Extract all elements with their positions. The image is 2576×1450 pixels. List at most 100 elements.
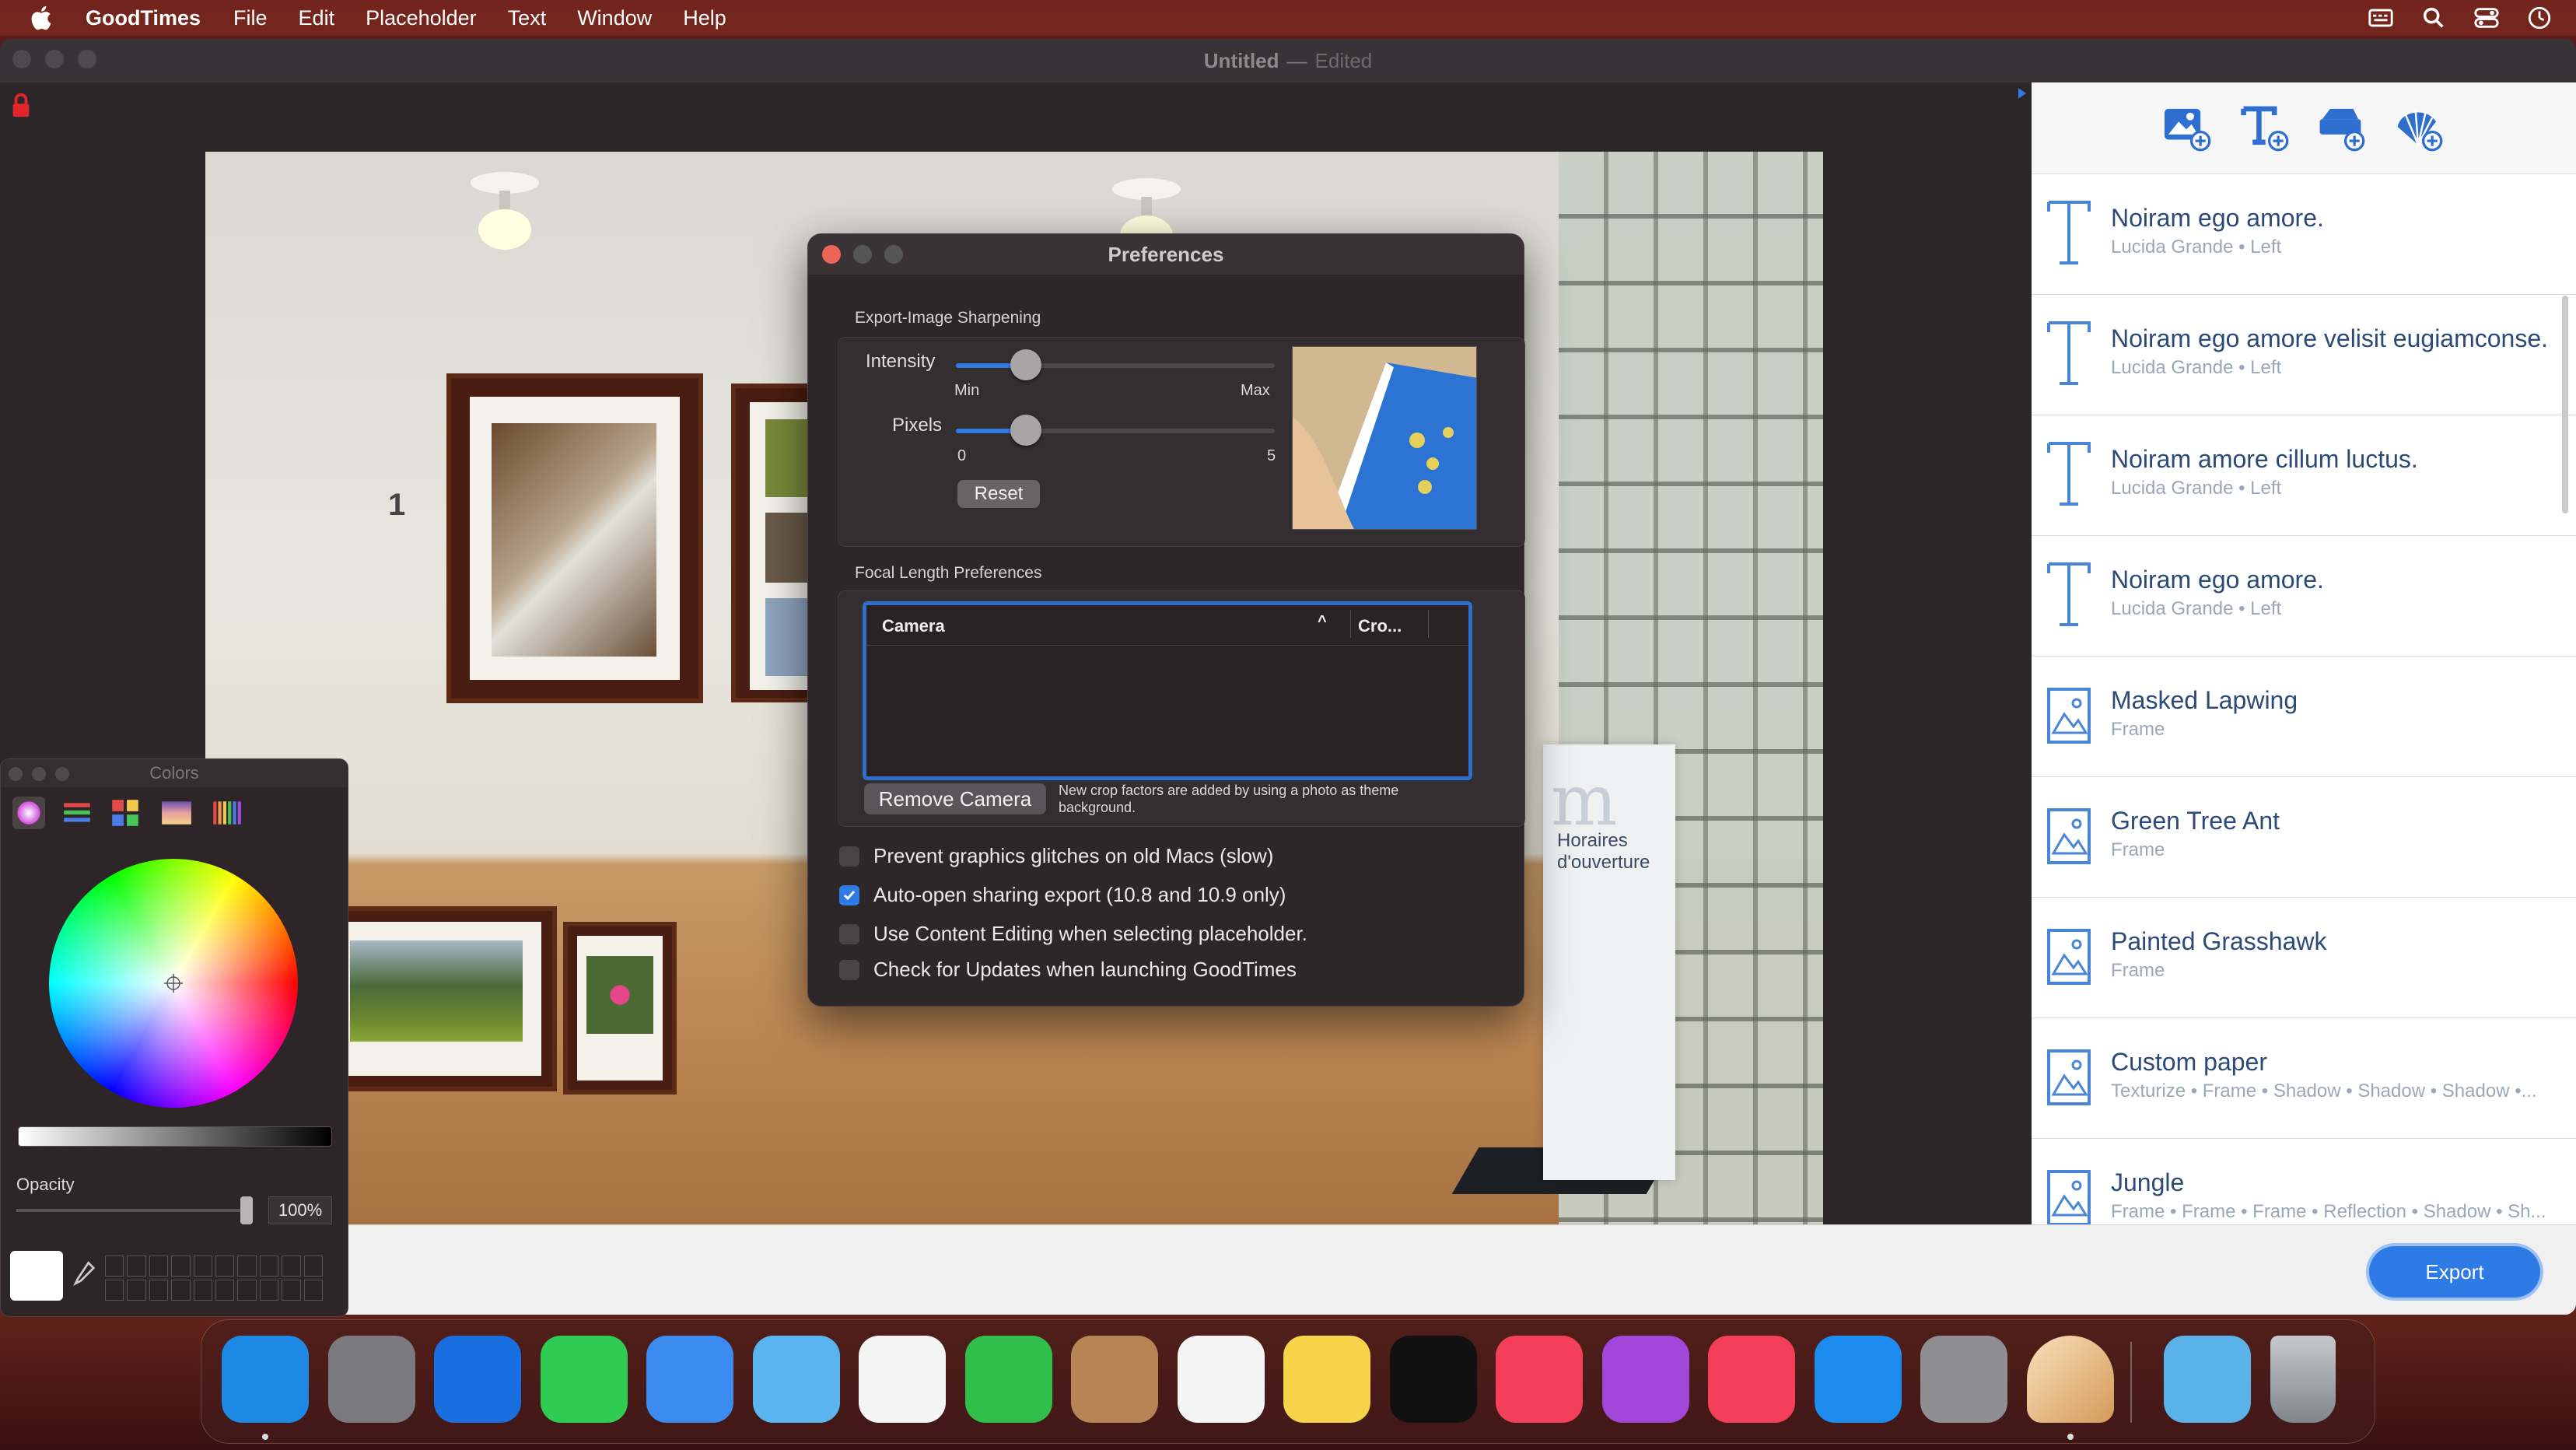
checkbox-box[interactable]	[839, 884, 859, 905]
dock-finder-icon[interactable]	[222, 1336, 309, 1423]
colors-zoom-button[interactable]	[55, 767, 69, 781]
image-layer-icon	[2047, 808, 2091, 864]
keyboard-icon[interactable]	[2368, 5, 2394, 31]
dock-notes-icon[interactable]	[1283, 1336, 1370, 1423]
preferences-zoom-button[interactable]	[884, 245, 903, 264]
picture-frame-birds[interactable]	[731, 384, 817, 702]
dock-safari-icon[interactable]	[434, 1336, 521, 1423]
checkbox-prevent-glitches[interactable]: Prevent graphics glitches on old Macs (s…	[839, 844, 1273, 868]
export-button[interactable]: Export	[2369, 1246, 2540, 1298]
pixels-slider-knob[interactable]	[1010, 415, 1042, 446]
dock-downloads-icon[interactable]	[2164, 1336, 2251, 1423]
layer-row[interactable]: Noiram ego amore velisit eugiamconse. Luc…	[2032, 295, 2576, 415]
sort-ascending-icon[interactable]: ^	[1318, 613, 1327, 631]
dock-podcasts-icon[interactable]	[1601, 1336, 1689, 1423]
layer-details: Frame • Frame • Frame • Reflection • Sha…	[2111, 1201, 2546, 1222]
preferences-minimize-button[interactable]	[853, 245, 872, 264]
layer-row[interactable]: Custom paper Texturize • Frame • Shadow •…	[2032, 1018, 2576, 1139]
control-center-icon[interactable]	[2473, 5, 2500, 31]
crayons-tab-icon[interactable]	[209, 797, 243, 829]
add-stack-icon[interactable]	[2315, 101, 2366, 152]
dock-music-icon[interactable]	[1496, 1336, 1583, 1423]
menu-text[interactable]: Text	[508, 6, 547, 30]
eyedropper-icon[interactable]	[69, 1260, 97, 1291]
dock-messages-icon[interactable]	[540, 1336, 628, 1423]
preferences-close-button[interactable]	[822, 245, 841, 264]
checkbox-auto-open-sharing[interactable]: Auto-open sharing export (10.8 and 10.9 …	[839, 883, 1286, 907]
layer-row[interactable]: Masked Lapwing Frame	[2032, 657, 2576, 777]
color-wheel-tab-icon[interactable]	[12, 797, 46, 829]
menu-edit[interactable]: Edit	[299, 6, 335, 30]
checkbox-check-updates[interactable]: Check for Updates when launching GoodTim…	[839, 958, 1297, 982]
current-color-well[interactable]	[10, 1251, 63, 1301]
picture-frame-moth[interactable]	[446, 373, 703, 703]
menu-window[interactable]: Window	[577, 6, 652, 30]
add-shell-icon[interactable]	[2392, 101, 2444, 152]
dock-photos-icon[interactable]	[859, 1336, 946, 1423]
checkbox-label: Use Content Editing when selecting place…	[873, 922, 1307, 945]
dock-goodtimes-icon[interactable]	[2026, 1336, 2114, 1423]
checkbox-box[interactable]	[839, 959, 859, 980]
dock-system-preferences-icon[interactable]	[1920, 1336, 2007, 1423]
minimize-button[interactable]	[45, 50, 64, 68]
dock-app-store-icon[interactable]	[1814, 1336, 1902, 1423]
remove-camera-button[interactable]: Remove Camera	[864, 783, 1046, 814]
layer-list[interactable]: Noiram ego amore. Lucida Grande • Left Noi…	[2032, 174, 2576, 1224]
brightness-slider[interactable]	[18, 1126, 332, 1147]
opacity-slider-knob[interactable]	[240, 1196, 253, 1224]
color-wheel[interactable]	[49, 859, 298, 1108]
dock-mail-icon[interactable]	[646, 1336, 733, 1423]
opacity-value-field[interactable]: 100%	[268, 1196, 332, 1224]
close-button[interactable]	[12, 50, 31, 68]
add-text-icon[interactable]	[2238, 101, 2290, 152]
layer-row[interactable]: Green Tree Ant Frame	[2032, 777, 2576, 898]
colors-close-button[interactable]	[9, 767, 23, 781]
color-palettes-tab-icon[interactable]	[108, 797, 142, 829]
checkbox-box[interactable]	[839, 923, 859, 944]
checkbox-box[interactable]	[839, 846, 859, 867]
camera-table[interactable]: Camera ^ Cro...	[863, 601, 1472, 780]
dock-tv-icon[interactable]	[1389, 1336, 1477, 1423]
sidebar-toggle-icon[interactable]	[2014, 86, 2030, 101]
color-sliders-tab-icon[interactable]	[60, 797, 94, 829]
layer-row[interactable]: Noiram ego amore. Lucida Grande • Left	[2032, 536, 2576, 657]
dock-reminders-icon[interactable]	[1177, 1336, 1265, 1423]
add-image-icon[interactable]	[2161, 101, 2212, 152]
opening-hours-banner: m Horaires d'ouverture	[1543, 744, 1675, 1180]
intensity-slider-knob[interactable]	[1010, 349, 1042, 380]
crop-column-header[interactable]: Cro...	[1358, 616, 1402, 636]
color-swatches[interactable]	[105, 1256, 323, 1301]
dock-news-icon[interactable]	[1708, 1336, 1795, 1423]
menu-placeholder[interactable]: Placeholder	[366, 6, 477, 30]
clock-icon[interactable]	[2526, 5, 2553, 31]
apple-icon[interactable]	[26, 2, 58, 33]
lock-icon[interactable]	[11, 93, 31, 118]
layer-row[interactable]: Noiram amore cillum luctus. Lucida Grande…	[2032, 415, 2576, 536]
dock-running-indicator	[262, 1434, 268, 1440]
layer-row[interactable]: Painted Grasshawk Frame	[2032, 898, 2576, 1018]
dock-maps-icon[interactable]	[752, 1336, 840, 1423]
menu-file[interactable]: File	[233, 6, 268, 30]
layer-row[interactable]: Jungle Frame • Frame • Frame • Reflection…	[2032, 1139, 2576, 1224]
image-palettes-tab-icon[interactable]	[159, 797, 194, 829]
colors-minimize-button[interactable]	[32, 767, 46, 781]
picture-frame-flower[interactable]	[563, 922, 677, 1095]
layer-row[interactable]: Noiram ego amore. Lucida Grande • Left	[2032, 174, 2576, 295]
dock-trash-icon[interactable]	[2270, 1336, 2336, 1423]
reset-button[interactable]: Reset	[957, 480, 1040, 508]
menu-help[interactable]: Help	[683, 6, 726, 30]
checkbox-content-editing[interactable]: Use Content Editing when selecting place…	[839, 922, 1307, 946]
camera-column-header[interactable]: Camera	[882, 616, 945, 636]
menu-app-name[interactable]: GoodTimes	[86, 6, 201, 30]
dock-facetime-icon[interactable]	[964, 1336, 1052, 1423]
zoom-button[interactable]	[78, 50, 96, 68]
layer-list-scrollbar[interactable]	[2562, 296, 2568, 513]
picture-frame-landscape[interactable]	[314, 906, 557, 1091]
dock-launchpad-icon[interactable]	[327, 1336, 415, 1423]
crosshair-icon[interactable]	[164, 974, 183, 993]
search-icon[interactable]	[2420, 5, 2447, 31]
text-layer-icon	[2047, 562, 2091, 626]
text-layer-icon	[2047, 201, 2091, 264]
opacity-slider-track[interactable]	[16, 1209, 250, 1212]
dock-contacts-icon[interactable]	[1071, 1336, 1158, 1423]
